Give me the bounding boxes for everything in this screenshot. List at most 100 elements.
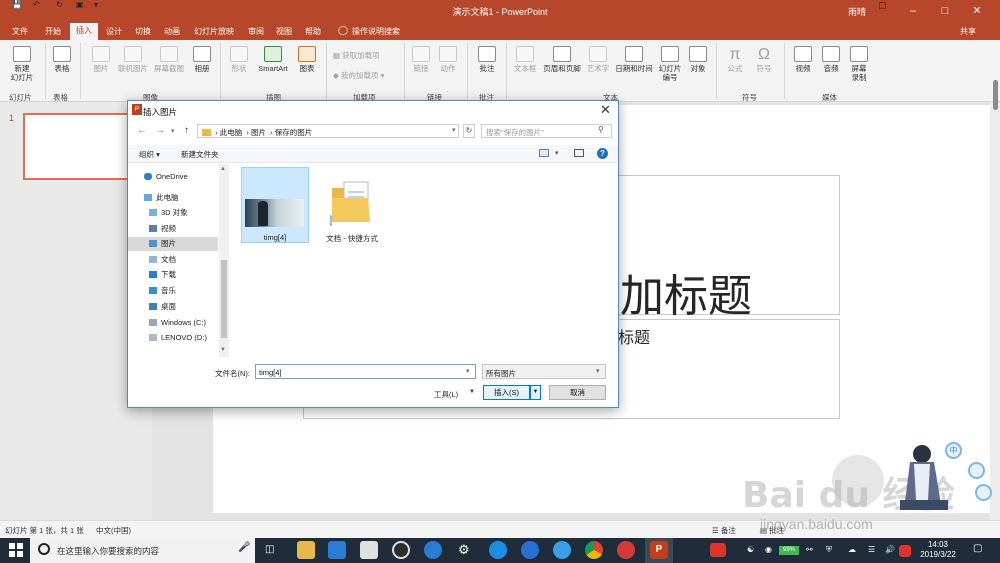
wordart-button[interactable]: 艺术字	[585, 46, 611, 73]
action-button[interactable]: 动作	[436, 46, 460, 73]
sync-app-icon[interactable]	[553, 541, 571, 559]
dialog-close-icon[interactable]: ✕	[600, 102, 611, 118]
picture-button[interactable]: 图片	[88, 46, 114, 73]
bluetooth-icon[interactable]: ☁	[848, 545, 856, 554]
breadcrumb-saved-pictures[interactable]: 保存的图片	[275, 128, 313, 137]
new-folder-button[interactable]: 新建文件夹	[181, 149, 219, 160]
battery-indicator[interactable]: 99%	[779, 546, 799, 555]
notification-icon[interactable]: ▢	[973, 543, 982, 554]
nav-scroll-thumb[interactable]	[221, 260, 227, 338]
powerpoint-taskbar-icon[interactable]: P	[650, 541, 668, 559]
tray-app-icon[interactable]: ◉	[765, 545, 772, 554]
tab-view[interactable]: 视图	[276, 26, 292, 37]
breadcrumb-this-pc[interactable]: 此电脑	[220, 128, 243, 137]
notes-button[interactable]: ☰ 备注	[712, 525, 736, 536]
tab-home[interactable]: 开始	[45, 26, 61, 37]
breadcrumb-pictures[interactable]: 图片	[251, 128, 266, 137]
date-time-button[interactable]: 日期和时间	[612, 46, 656, 73]
chart-button[interactable]: 图表	[295, 46, 319, 73]
help-icon[interactable]: ?	[597, 148, 608, 159]
system-clock[interactable]: 14:03 2019/3/22	[918, 540, 958, 560]
slide-number-button[interactable]: 幻灯片 编号	[656, 46, 684, 82]
smartart-button[interactable]: SmartArt	[254, 46, 292, 73]
symbol-button[interactable]: Ω 符号	[751, 46, 777, 73]
edge-icon[interactable]	[489, 541, 507, 559]
video-button[interactable]: 视频	[790, 46, 816, 73]
tab-file[interactable]: 文件	[12, 26, 28, 37]
table-button[interactable]: 表格	[49, 46, 75, 73]
user-name[interactable]: 雨晴	[848, 5, 866, 18]
my-addins-button[interactable]: ◆ 我的加载项 ▾	[333, 71, 384, 80]
ribbon-scroll-thumb[interactable]	[993, 80, 998, 110]
bubble-icon[interactable]	[975, 484, 992, 501]
view-dropdown-icon[interactable]: ▾	[555, 149, 559, 157]
screenshot-button[interactable]: 屏幕截图	[152, 46, 186, 73]
search-icon[interactable]: ⚲	[598, 125, 604, 134]
organize-button[interactable]: 组织 ▾	[139, 149, 160, 160]
forward-arrow-icon[interactable]: →	[155, 125, 165, 136]
people-icon[interactable]: ☯	[747, 545, 754, 554]
tab-design[interactable]: 设计	[106, 26, 122, 37]
language-status[interactable]: 中文(中国)	[96, 525, 131, 536]
file-explorer-icon[interactable]	[297, 541, 315, 559]
scroll-up-icon[interactable]: ▲	[220, 166, 226, 172]
chrome-icon[interactable]	[585, 541, 603, 559]
scroll-down-icon[interactable]: ▼	[220, 347, 226, 353]
cancel-button[interactable]: 取消	[549, 385, 606, 400]
get-addins-button[interactable]: ▦ 获取加载项	[333, 51, 380, 60]
close-button[interactable]: ✕	[962, 2, 992, 20]
ribbon-options-icon[interactable]: ▢	[878, 0, 887, 11]
header-footer-button[interactable]: 页眉和页脚	[540, 46, 584, 73]
insert-dropdown-icon[interactable]: ▼	[530, 385, 541, 400]
object-button[interactable]: 对象	[686, 46, 710, 73]
refresh-icon[interactable]: ↻	[463, 124, 475, 138]
textbox-button[interactable]: 文本框	[511, 46, 539, 73]
tell-me-search[interactable]: 操作说明搜索	[352, 26, 400, 37]
insert-button[interactable]: 插入(S)	[483, 385, 530, 400]
windows-start-icon[interactable]	[9, 543, 23, 557]
netease-music-icon[interactable]	[617, 541, 635, 559]
tools-dropdown-icon[interactable]: ▼	[469, 389, 475, 395]
shapes-button[interactable]: 形状	[226, 46, 252, 73]
change-view-icon[interactable]	[539, 149, 549, 157]
equation-button[interactable]: π 公式	[722, 46, 748, 73]
shield-icon[interactable]: ⛨	[826, 545, 832, 555]
tools-button[interactable]: 工具(L)	[434, 389, 458, 400]
wifi-icon[interactable]: ☰	[868, 545, 875, 554]
album-button[interactable]: 相册	[190, 46, 214, 73]
tab-review[interactable]: 审阅	[248, 26, 264, 37]
chinese-input-bubble[interactable]: 中	[945, 442, 962, 459]
store-icon[interactable]	[328, 541, 346, 559]
link-button[interactable]: 链接	[409, 46, 433, 73]
filename-dropdown-icon[interactable]: ▾	[466, 367, 470, 375]
maximize-button[interactable]: □	[930, 2, 960, 20]
usb-icon[interactable]: ⚯	[806, 545, 813, 554]
mail-icon[interactable]	[360, 541, 378, 559]
address-dropdown-icon[interactable]: ▾	[452, 126, 456, 134]
task-view-icon[interactable]: ◫	[265, 544, 274, 555]
slide-thumbnail[interactable]	[23, 113, 141, 180]
ime-icon[interactable]	[899, 545, 911, 557]
browser-search-icon[interactable]	[521, 541, 539, 559]
audio-button[interactable]: 音频	[818, 46, 844, 73]
tab-slideshow[interactable]: 幻灯片放映	[194, 26, 234, 37]
share-button[interactable]: 共享	[960, 26, 976, 37]
microphone-icon[interactable]: 🎤	[238, 542, 250, 553]
up-arrow-icon[interactable]: ↑	[184, 125, 189, 136]
tab-animations[interactable]: 动画	[164, 26, 180, 37]
file-type-dropdown-icon[interactable]: ▾	[596, 367, 600, 375]
volume-icon[interactable]: 🔊	[885, 545, 895, 554]
online-picture-button[interactable]: 联机图片	[116, 46, 150, 73]
tab-help[interactable]: 帮助	[305, 26, 321, 37]
settings-gear-icon[interactable]: ⚙	[458, 542, 470, 558]
comment-button[interactable]: 批注	[474, 46, 500, 73]
screen-record-button[interactable]: 屏幕 录制	[846, 46, 872, 82]
sogou-input-icon[interactable]	[710, 543, 726, 557]
media-player-icon[interactable]	[392, 541, 410, 559]
settings-bubble-icon[interactable]	[968, 462, 985, 479]
filename-input[interactable]	[255, 364, 476, 379]
back-arrow-icon[interactable]: ←	[137, 125, 147, 136]
vertical-scrollbar[interactable]	[990, 103, 1000, 520]
tab-transitions[interactable]: 切换	[135, 26, 151, 37]
folder-shortcut-icon[interactable]	[330, 178, 374, 226]
